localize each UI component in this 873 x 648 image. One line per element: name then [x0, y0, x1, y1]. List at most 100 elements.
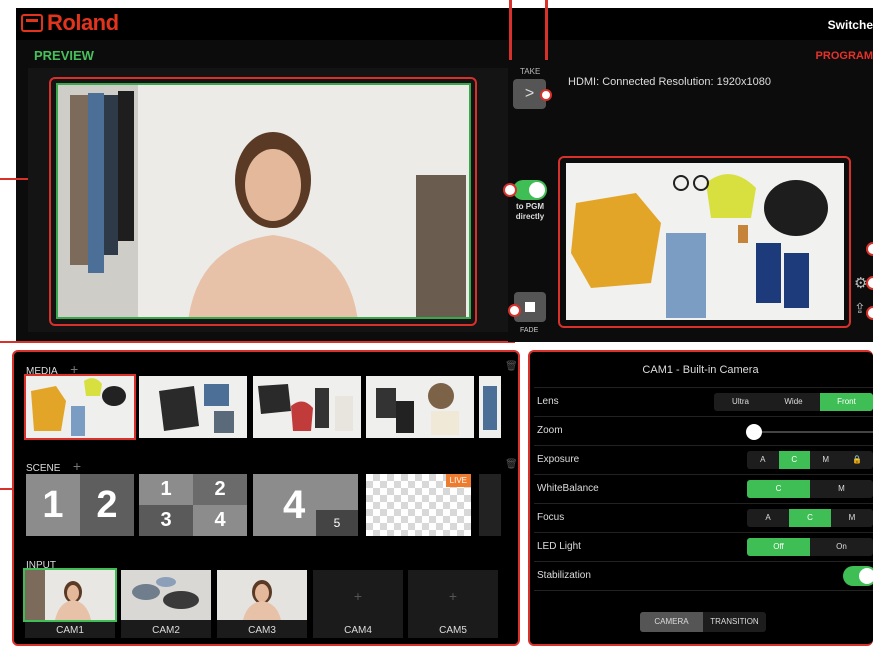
- setting-row-focus: Focus A C M: [534, 503, 873, 532]
- setting-label: Focus: [537, 512, 565, 523]
- input-tile-cam2[interactable]: CAM2: [121, 570, 211, 638]
- mode-label: Switche: [827, 18, 873, 32]
- wb-option-c[interactable]: C: [747, 480, 810, 498]
- input-tile-cam5[interactable]: + CAM5: [408, 570, 498, 638]
- exposure-option-c[interactable]: C: [778, 451, 810, 469]
- scene-tile[interactable]: 1 2: [26, 474, 134, 536]
- scene-cell: 4: [193, 505, 247, 536]
- led-option-off[interactable]: Off: [747, 538, 810, 556]
- input-image: [25, 570, 115, 620]
- hdmi-status: HDMI: Connected Resolution: 1920x1080: [568, 76, 772, 88]
- media-thumbnail[interactable]: [24, 374, 136, 440]
- callout-marker: [866, 242, 873, 256]
- setting-row-exposure: Exposure A C M 🔒: [534, 445, 873, 474]
- take-label: TAKE: [520, 67, 541, 76]
- focus-option-c[interactable]: C: [789, 509, 831, 527]
- preview-video[interactable]: [56, 83, 471, 319]
- scene-tile[interactable]: 4 5: [253, 474, 358, 536]
- input-name: CAM4: [344, 625, 372, 636]
- share-icon[interactable]: ⇪: [854, 300, 866, 317]
- led-selector: Off On: [747, 538, 873, 556]
- preview-scene-image: [58, 85, 469, 317]
- trash-icon[interactable]: 🗑: [505, 459, 518, 470]
- divider: [534, 590, 873, 591]
- exposure-option-m[interactable]: M: [810, 451, 842, 469]
- exposure-option-a[interactable]: A: [747, 451, 779, 469]
- media-image: [366, 376, 474, 438]
- add-input-icon: +: [353, 588, 363, 604]
- lens-option-ultra[interactable]: Ultra: [714, 393, 767, 411]
- input-name: CAM1: [56, 625, 84, 636]
- callout-marker: [503, 183, 517, 197]
- setting-label: WhiteBalance: [537, 483, 599, 494]
- callout-line: [0, 341, 515, 343]
- media-thumbnail[interactable]: [366, 376, 474, 438]
- scene-cell: 5: [316, 510, 358, 536]
- scene-cell: 1: [26, 474, 80, 536]
- media-image: [479, 376, 501, 438]
- input-name: CAM3: [248, 625, 276, 636]
- focus-option-a[interactable]: A: [747, 509, 789, 527]
- setting-row-led: LED Light Off On: [534, 532, 873, 561]
- toggle-knob: [859, 568, 873, 584]
- roland-logo: Roland: [21, 10, 119, 35]
- scene-label: SCENE: [26, 463, 61, 474]
- input-tile-cam4[interactable]: + CAM4: [313, 570, 403, 638]
- input-name: CAM5: [439, 625, 467, 636]
- media-image: [26, 376, 134, 438]
- app-window: Roland Switche PREVIEW PROGRAM TAKE > to…: [0, 0, 873, 648]
- setting-label: Zoom: [537, 425, 563, 436]
- zoom-slider-thumb[interactable]: [746, 424, 762, 440]
- pgm-direct-label: to PGM directly: [515, 202, 545, 221]
- led-option-on[interactable]: On: [810, 538, 873, 556]
- lens-option-wide[interactable]: Wide: [767, 393, 820, 411]
- preview-label: PREVIEW: [34, 48, 94, 63]
- setting-label: Stabilization: [537, 570, 591, 581]
- add-media-button[interactable]: +: [70, 361, 78, 377]
- scene-tile[interactable]: 1 2 3 4: [139, 474, 247, 536]
- focus-option-m[interactable]: M: [831, 509, 873, 527]
- add-scene-button[interactable]: +: [73, 458, 81, 474]
- media-thumbnail[interactable]: [139, 376, 247, 438]
- input-image: [217, 570, 307, 620]
- trash-icon[interactable]: 🗑: [505, 361, 518, 372]
- media-image: [253, 376, 361, 438]
- lock-icon[interactable]: 🔒: [842, 451, 873, 469]
- whitebalance-selector: C M: [747, 480, 873, 498]
- program-scene-image: [566, 163, 844, 320]
- input-name: CAM2: [152, 625, 180, 636]
- scene-cell: 4: [283, 483, 306, 527]
- setting-label: LED Light: [537, 541, 581, 552]
- input-thumbnail: [217, 570, 307, 620]
- add-input-icon: +: [448, 588, 458, 604]
- exposure-selector: A C M 🔒: [747, 451, 873, 469]
- focus-selector: A C M: [747, 509, 873, 527]
- program-video[interactable]: [566, 163, 844, 320]
- wb-option-m[interactable]: M: [810, 480, 873, 498]
- pgm-direct-toggle[interactable]: [513, 180, 547, 200]
- media-thumbnail[interactable]: [253, 376, 361, 438]
- toggle-knob: [529, 182, 545, 198]
- scene-cell: 2: [193, 474, 247, 505]
- callout-marker: [508, 304, 521, 317]
- brand-name: Roland: [47, 10, 119, 35]
- setting-row-zoom: Zoom: [534, 416, 873, 445]
- chevron-right-icon: >: [524, 85, 535, 102]
- title-bar: [16, 8, 873, 40]
- zoom-slider-track[interactable]: [754, 431, 873, 433]
- fade-label: FADE: [520, 327, 539, 334]
- live-badge: LIVE: [445, 474, 471, 487]
- input-thumbnail: [23, 568, 117, 622]
- lens-option-front[interactable]: Front: [820, 393, 873, 411]
- media-thumbnail[interactable]: [479, 376, 501, 438]
- program-label: PROGRAM: [815, 50, 873, 62]
- scene-tile[interactable]: LIVE: [366, 474, 471, 536]
- input-tile-cam3[interactable]: CAM3: [217, 570, 307, 638]
- stabilization-toggle[interactable]: [843, 566, 873, 586]
- input-tile-cam1[interactable]: CAM1: [23, 568, 117, 638]
- callout-marker: [540, 89, 552, 101]
- tab-transition[interactable]: TRANSITION: [703, 612, 766, 632]
- setting-row-lens: Lens Ultra Wide Front: [534, 387, 873, 416]
- tab-camera[interactable]: CAMERA: [640, 612, 703, 632]
- scene-tile[interactable]: [479, 474, 501, 536]
